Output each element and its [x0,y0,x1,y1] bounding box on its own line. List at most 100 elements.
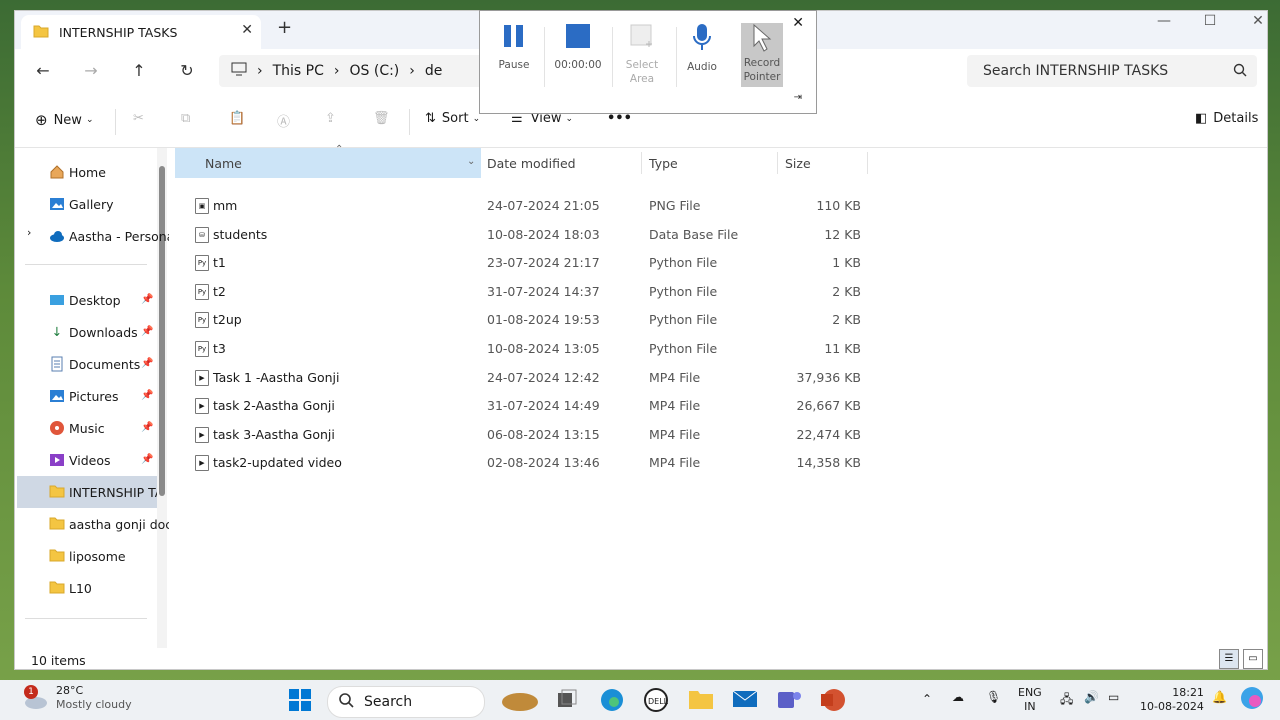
close-recorder-icon[interactable]: ✕ [792,15,804,31]
up-icon[interactable]: ↑ [127,61,151,80]
details-view-icon[interactable]: ☰ [1219,649,1239,669]
table-row[interactable]: Py t2 31-07-2024 14:37 Python File 2 KB [175,278,875,306]
paste-icon[interactable]: 📋 [229,111,245,126]
back-icon[interactable]: ← [31,61,55,80]
windows-start-icon[interactable] [288,688,312,712]
close-window-icon[interactable]: ✕ [1243,13,1267,29]
file-explorer-icon[interactable] [688,688,714,710]
sidebar-item-aastha-gonji-doc[interactable]: aastha gonji doc [49,512,169,536]
tiles-view-icon[interactable]: ▭ [1243,649,1263,669]
share-icon[interactable]: ⇪ [325,111,336,126]
table-row[interactable]: Py t3 10-08-2024 13:05 Python File 11 KB [175,335,875,363]
audio-button[interactable]: Audio [672,23,732,74]
new-button[interactable]: ⊕ New ⌄ [35,111,93,129]
column-header-size[interactable]: Size [785,156,811,171]
microphone-tray-icon[interactable]: 🎙 [986,690,1001,704]
taskbar-search[interactable]: Search [327,686,485,718]
pin-icon[interactable]: 📌 [141,390,153,401]
clock[interactable]: 18:21 10-08-2024 [1140,686,1204,714]
sidebar-item-internship-tasks[interactable]: INTERNSHIP TAS [17,476,157,508]
table-row[interactable]: ▶ task 2-Aastha Gonji 31-07-2024 14:49 MP4 … [175,392,875,420]
table-row[interactable]: ▶ task2-updated video 02-08-2024 13:46 MP4 … [175,449,875,477]
cut-icon[interactable]: ✂ [133,111,144,126]
forward-icon[interactable]: → [79,61,103,80]
onedrive-tray-icon[interactable]: ☁ [952,690,964,704]
expand-chevron-icon[interactable]: › [27,226,31,239]
search-box[interactable] [967,55,1257,87]
chevron-down-icon[interactable]: ⌄ [467,156,475,167]
new-tab-icon[interactable]: + [277,17,292,38]
table-row[interactable]: ▶ task 3-Aastha Gonji 06-08-2024 13:15 MP4 … [175,421,875,449]
widget-lion-icon[interactable] [500,688,540,712]
file-size: 11 KB [824,341,861,356]
teams-icon[interactable] [776,688,802,712]
notification-icon[interactable]: 🔔 [1212,690,1227,704]
sidebar-item-gallery[interactable]: Gallery [49,192,169,216]
details-button[interactable]: ◧ Details [1195,111,1258,126]
column-header-name[interactable]: Name [205,156,242,171]
search-icon [1233,63,1247,80]
breadcrumb-de[interactable]: de [425,63,443,79]
table-row[interactable]: Py t1 23-07-2024 21:17 Python File 1 KB [175,249,875,277]
sort-label: Sort [441,111,469,126]
copilot-icon[interactable] [1240,686,1264,713]
file-type: PNG File [649,198,701,213]
network-icon[interactable]: 🖧 [1060,690,1073,711]
sort-ascending-icon: ⌃ [335,144,344,155]
close-tab-icon[interactable]: ✕ [241,22,253,38]
task-view-icon[interactable] [556,688,578,710]
battery-icon[interactable]: ▭ [1108,690,1119,704]
pin-icon[interactable]: 📌 [141,294,153,305]
table-row[interactable]: ⛁ students 10-08-2024 18:03 Data Base File 1… [175,221,875,249]
refresh-icon[interactable]: ↻ [175,61,199,80]
dell-icon[interactable]: DELL [644,688,668,712]
address-bar[interactable]: › This PC › OS (C:) › de [219,55,483,87]
pin-icon[interactable]: 📌 [141,454,153,465]
mail-icon[interactable] [732,688,758,710]
sort-button[interactable]: ⇅ Sort ⌄ [425,111,480,126]
pin-icon[interactable]: 📌 [141,358,153,369]
edge-icon[interactable] [600,688,624,712]
pause-label: Pause [498,59,530,71]
pin-icon[interactable]: 📌 [141,422,153,433]
table-row[interactable]: ▣ mm 24-07-2024 21:05 PNG File 110 KB [175,192,875,220]
pause-button[interactable]: Pause [484,23,544,72]
file-size: 110 KB [816,198,861,213]
sidebar-item-liposome[interactable]: liposome [49,544,169,568]
select-area-button[interactable]: Select Area [612,23,672,86]
status-item-count: 10 items [31,653,86,668]
sidebar-item-label: Music [69,420,105,436]
tab-internship-tasks[interactable]: INTERNSHIP TASKS ✕ [21,15,261,49]
sidebar-item-home[interactable]: Home [49,160,169,184]
cloud-icon: 1 [22,685,48,711]
volume-icon[interactable]: 🔊 [1084,690,1099,704]
weather-temp: 28°C [56,684,84,697]
maximize-icon[interactable]: ☐ [1195,13,1225,29]
sidebar-item-l10[interactable]: L10 [49,576,169,600]
table-row[interactable]: Py t2up 01-08-2024 19:53 Python File 2 KB [175,306,875,334]
powerpoint-icon[interactable] [820,688,846,712]
file-type: Python File [649,255,718,271]
details-pane-icon: ◧ [1195,111,1208,126]
minimize-icon[interactable]: — [1149,13,1179,29]
pin-icon[interactable]: 📌 [141,326,153,337]
screen-recorder-toolbar: Pause 00:00:00 Select Area Audio Record Po… [479,10,817,114]
copy-icon[interactable]: ⧉ [181,111,190,126]
file-name: t2 [213,283,226,299]
sidebar-item-onedrive[interactable]: Aastha - Persona [49,224,169,248]
pin-toolbar-icon[interactable]: ⇥ [794,92,802,103]
rename-icon[interactable]: Ⓐ [277,111,290,130]
delete-icon[interactable]: 🗑 [373,111,390,126]
stop-button[interactable]: 00:00:00 [548,23,608,72]
record-pointer-button[interactable]: Record Pointer [741,23,783,87]
breadcrumb-this-pc[interactable]: This PC [273,63,324,79]
clock-time: 18:21 [1172,686,1204,699]
column-header-type[interactable]: Type [649,156,678,171]
search-input[interactable] [981,62,1225,80]
breadcrumb-os-c[interactable]: OS (C:) [350,63,400,79]
show-hidden-icons-chevron[interactable]: ⌃ [922,692,932,706]
language-indicator[interactable]: ENG IN [1018,686,1042,714]
weather-widget[interactable]: 1 28°C Mostly cloudy [22,684,132,712]
table-row[interactable]: ▶ Task 1 -Aastha Gonji 24-07-2024 12:42 MP4… [175,364,875,392]
column-header-date[interactable]: Date modified [487,156,576,171]
